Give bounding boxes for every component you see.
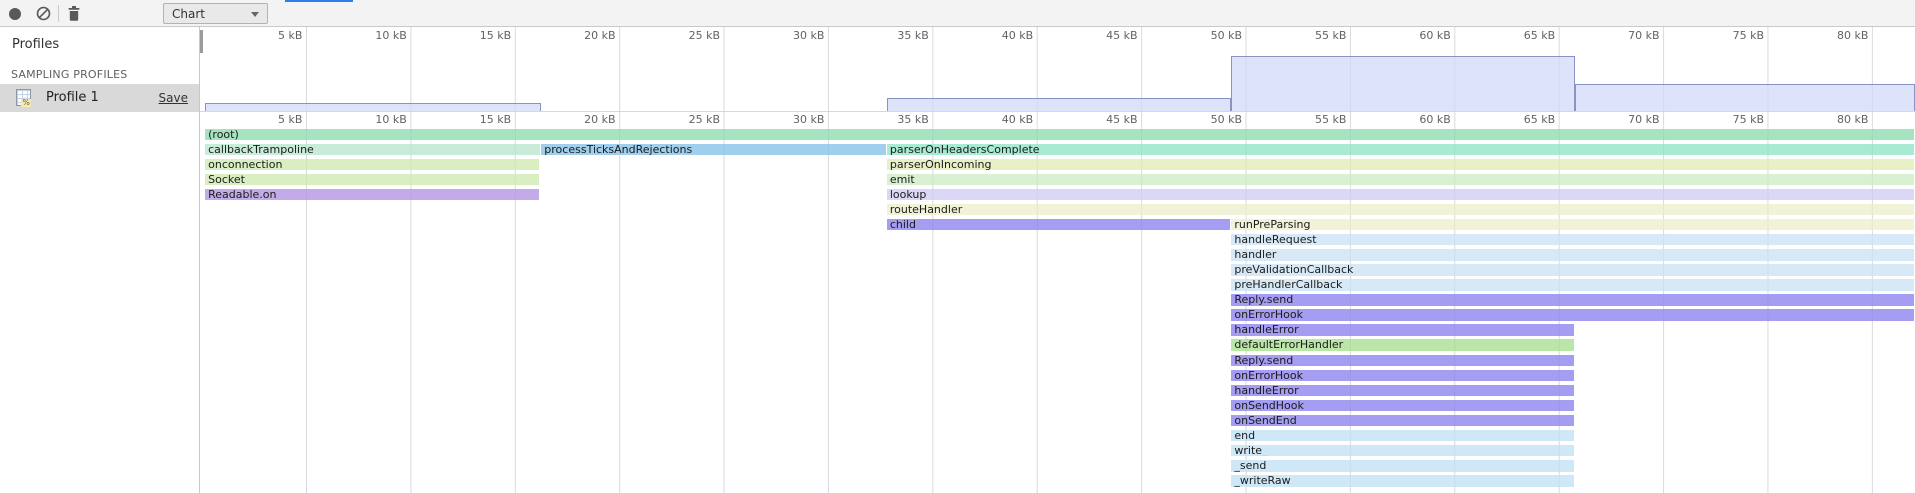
profiles-sidebar: Profiles SAMPLING PROFILES % Profile 1 S…	[0, 27, 200, 493]
flame-frame[interactable]: runPreParsing	[1231, 219, 1914, 231]
block-icon	[36, 9, 51, 24]
flame-frame[interactable]: end	[1231, 430, 1573, 442]
ruler-tick-label: 40 kB	[971, 113, 1033, 126]
flame-frame[interactable]: (root)	[205, 129, 1914, 141]
ruler-tick-label: 55 kB	[1284, 113, 1346, 126]
ruler-tick-label: 65 kB	[1493, 29, 1555, 42]
flame-frame[interactable]: Socket	[205, 174, 539, 186]
ruler-tick-label: 10 kB	[345, 29, 407, 42]
ruler-tick-label: 50 kB	[1180, 29, 1242, 42]
flame-frame[interactable]: onErrorHook	[1231, 370, 1573, 382]
ruler-tick-label: 80 kB	[1806, 113, 1868, 126]
ruler-tick-label: 25 kB	[658, 29, 720, 42]
ruler-tick-label: 75 kB	[1702, 113, 1764, 126]
flame-frame[interactable]: onconnection	[205, 159, 539, 171]
ruler-tick-label: 15 kB	[449, 113, 511, 126]
flame-frame[interactable]: _writeRaw	[1231, 475, 1573, 487]
sidebar-title: Profiles	[12, 37, 59, 52]
save-profile-link[interactable]: Save	[159, 91, 188, 105]
ruler-tick-label: 35 kB	[867, 113, 929, 126]
ruler-tick-label: 20 kB	[554, 29, 616, 42]
ruler-tick-label: 5 kB	[240, 29, 302, 42]
ruler-tick-label: 15 kB	[449, 29, 511, 42]
ruler-tick-label: 80 kB	[1806, 29, 1868, 42]
dropdown-arrow-icon	[251, 12, 259, 17]
ruler-tick-label: 45 kB	[1076, 29, 1138, 42]
ruler-tick-label: 25 kB	[658, 113, 720, 126]
flame-frame[interactable]: defaultErrorHandler	[1231, 339, 1573, 351]
ruler-tick-label: 10 kB	[345, 113, 407, 126]
trash-icon	[66, 10, 82, 25]
top-accent-line	[285, 0, 353, 2]
flame-chart-pane[interactable]: 5 kB 10 kB 15 kB 20 kB 25 kB 30 kB 35 kB 40 kB 4…	[200, 27, 1915, 493]
chart-view-select-value: Chart	[172, 7, 205, 21]
ruler-tick-label: 5 kB	[240, 113, 302, 126]
delete-profile-button[interactable]	[66, 5, 82, 22]
flame-frame[interactable]: handleError	[1231, 385, 1573, 397]
flame-frame[interactable]: Reply.send	[1231, 294, 1914, 306]
ruler-tick-label: 20 kB	[554, 113, 616, 126]
ruler-tick-label: 60 kB	[1389, 113, 1451, 126]
profile-document-icon: %	[16, 89, 31, 106]
flame-frame[interactable]: Readable.on	[205, 189, 539, 201]
flame-frame[interactable]: child	[887, 219, 1231, 231]
flame-frame[interactable]: handleRequest	[1231, 234, 1914, 246]
chart-view-select[interactable]: Chart	[163, 3, 268, 24]
ruler-tick-label: 70 kB	[1598, 29, 1660, 42]
flame-frame[interactable]: onSendEnd	[1231, 415, 1573, 427]
ruler-tick-label: 45 kB	[1076, 113, 1138, 126]
ruler-tick-label: 50 kB	[1180, 113, 1242, 126]
record-icon	[8, 9, 22, 24]
devtools-memory-panel: Chart Profiles SAMPLING PROFILES % Profi…	[0, 0, 1915, 493]
flame-frame[interactable]: handler	[1231, 249, 1914, 261]
flame-frame[interactable]: parserOnIncoming	[887, 159, 1914, 171]
overview-ruler: 5 kB 10 kB 15 kB 20 kB 25 kB 30 kB 35 kB 40 kB 4…	[200, 27, 1915, 42]
vertical-scrollbar[interactable]	[200, 30, 203, 53]
ruler-tick-label: 40 kB	[971, 29, 1033, 42]
ruler-tick-label: 60 kB	[1389, 29, 1451, 42]
flame-frame[interactable]: processTicksAndRejections	[541, 144, 886, 156]
profile-name: Profile 1	[46, 90, 99, 105]
flame-frame[interactable]: preValidationCallback	[1231, 264, 1914, 276]
flame-frame[interactable]: onErrorHook	[1231, 309, 1914, 321]
sidebar-item-profile-1[interactable]: % Profile 1 Save	[0, 84, 199, 112]
record-button[interactable]	[8, 7, 22, 21]
flame-frame[interactable]: write_	[1231, 445, 1573, 457]
flame-chart-ruler: 5 kB 10 kB 15 kB 20 kB 25 kB 30 kB 35 kB 40 kB 4…	[200, 111, 1915, 128]
ruler-tick-label: 55 kB	[1284, 29, 1346, 42]
toolbar-separator	[58, 5, 59, 22]
sampling-profiles-section-title: SAMPLING PROFILES	[11, 68, 127, 81]
ruler-tick-label: 70 kB	[1598, 113, 1660, 126]
clear-all-button[interactable]	[36, 6, 51, 21]
flame-frame[interactable]: _send	[1231, 460, 1573, 472]
flame-chart-frames: (root) callbackTrampolineprocessTicksAndR…	[200, 27, 1915, 493]
flame-frame[interactable]: emit	[887, 174, 1914, 186]
ruler-tick-label: 30 kB	[762, 113, 824, 126]
flame-frame[interactable]: callbackTrampoline	[205, 144, 540, 156]
flame-frame[interactable]: onSendHook	[1231, 400, 1573, 412]
toolbar: Chart	[0, 0, 1915, 27]
flame-frame[interactable]: handleError	[1231, 324, 1573, 336]
ruler-tick-label: 75 kB	[1702, 29, 1764, 42]
ruler-tick-label: 35 kB	[867, 29, 929, 42]
flame-frame[interactable]: routeHandler	[887, 204, 1914, 216]
flame-frame[interactable]: preHandlerCallback	[1231, 279, 1914, 291]
ruler-tick-label: 65 kB	[1493, 113, 1555, 126]
flame-frame[interactable]: parserOnHeadersComplete	[887, 144, 1914, 156]
flame-frame[interactable]: Reply.send	[1231, 355, 1573, 367]
flame-frame[interactable]: lookup	[887, 189, 1914, 201]
ruler-tick-label: 30 kB	[762, 29, 824, 42]
